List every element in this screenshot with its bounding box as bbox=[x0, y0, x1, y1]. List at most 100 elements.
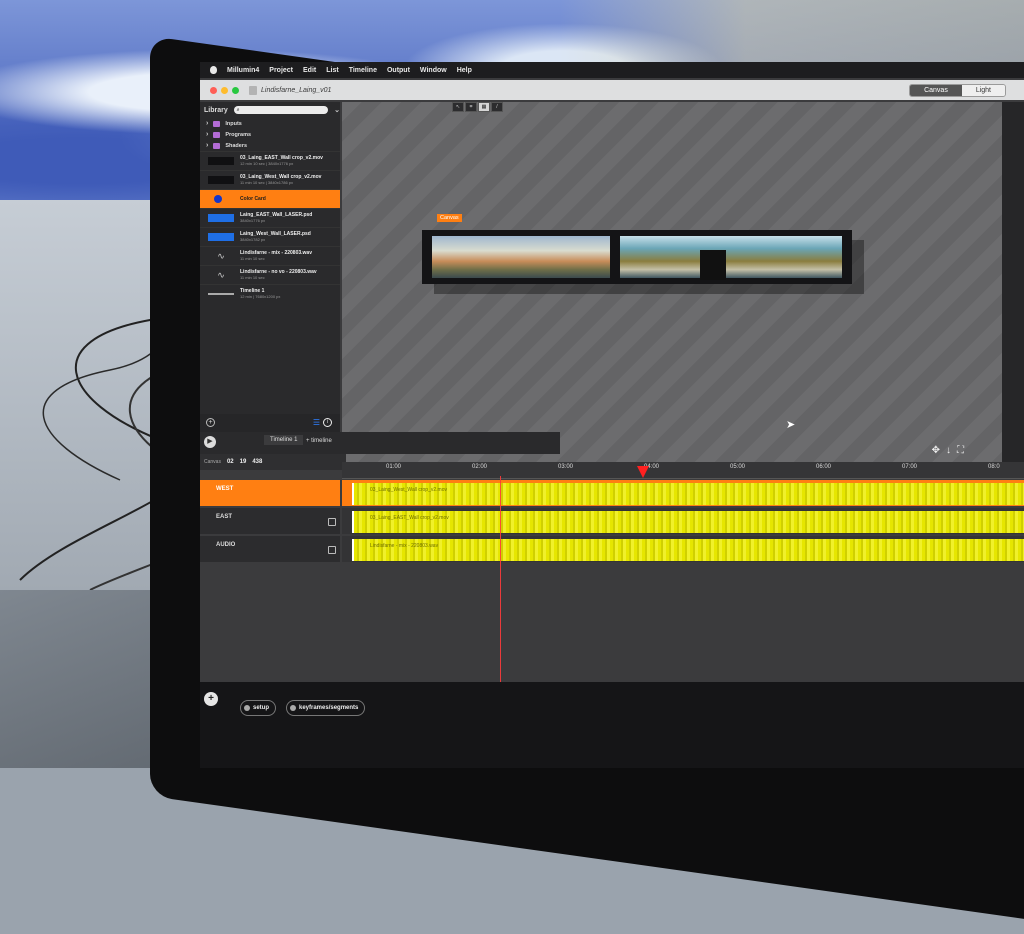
media-meta: 3840x1776 px bbox=[240, 218, 266, 223]
counter-value: 438 bbox=[252, 459, 263, 465]
lock-icon[interactable] bbox=[328, 546, 336, 554]
chevron-down-icon[interactable]: ⌄ bbox=[334, 106, 340, 114]
menu-list[interactable]: List bbox=[326, 67, 338, 74]
media-meta: 12 min | 7680x1200 px bbox=[240, 294, 281, 299]
media-name: Color Card bbox=[240, 196, 266, 202]
minimize-window-button[interactable] bbox=[221, 86, 228, 94]
media-item-selected[interactable]: Color Card bbox=[200, 189, 340, 208]
lock-icon[interactable] bbox=[328, 518, 336, 526]
menu-timeline[interactable]: Timeline bbox=[349, 67, 377, 74]
canvas-output[interactable] bbox=[422, 230, 852, 284]
media-item[interactable]: ∿ Lindisfarne - mix - 220803.wav 11 min 1… bbox=[200, 246, 340, 265]
library-title: Library bbox=[204, 106, 228, 114]
add-media-button[interactable]: + bbox=[206, 418, 215, 427]
media-item[interactable]: Timeline 1 12 min | 7680x1200 px bbox=[200, 284, 340, 303]
disclosure-icon[interactable]: › bbox=[206, 131, 208, 138]
disclosure-icon[interactable]: › bbox=[206, 120, 208, 127]
media-meta: 3840x1782 px bbox=[240, 237, 266, 242]
video-thumbnail bbox=[208, 157, 234, 165]
view-mode-light[interactable]: Light bbox=[961, 85, 1005, 96]
info-icon[interactable]: i bbox=[323, 418, 332, 427]
track-label-west[interactable]: WEST bbox=[200, 480, 340, 506]
ruler-tick: 07:00 bbox=[902, 464, 918, 470]
timeline-clip[interactable]: 03_Laing_West_Wall crop_v2.mov bbox=[352, 483, 1024, 505]
media-item[interactable]: ∿ Lindisfarne - no vo - 220803.wav 11 min… bbox=[200, 265, 340, 284]
media-item[interactable]: 03_Laing_West_Wall crop_v2.mov 11 min 10 … bbox=[200, 170, 340, 189]
timeline-thumbnail bbox=[208, 293, 234, 295]
canvas-area[interactable]: ↖ ⌗ ▦ / Canvas ➤ ✥ ↓ ⛶ bbox=[342, 102, 1024, 462]
audio-waveform-icon: ∿ bbox=[217, 270, 225, 280]
keyframes-segments-button[interactable]: keyframes/segments bbox=[286, 700, 366, 716]
timeline-clip[interactable]: 03_Laing_EAST_Wall crop_v2.mov bbox=[352, 511, 1024, 533]
add-timeline-button[interactable]: + timeline bbox=[306, 438, 332, 444]
folder-shaders[interactable]: › Shaders bbox=[200, 140, 340, 151]
east-wall-preview[interactable] bbox=[620, 236, 842, 280]
folder-programs[interactable]: › Programs bbox=[200, 129, 340, 140]
ruler-tick: 06:00 bbox=[816, 464, 832, 470]
timeline-counters: Canvas 02 19 438 bbox=[200, 454, 346, 470]
search-icon: ⌕ bbox=[236, 107, 240, 113]
track-west[interactable]: 03_Laing_West_Wall crop_v2.mov bbox=[342, 480, 1024, 506]
clip-name: 03_Laing_EAST_Wall crop_v2.mov bbox=[370, 515, 449, 521]
move-icon[interactable]: ✥ bbox=[932, 445, 940, 456]
folder-label: Inputs bbox=[225, 120, 242, 127]
close-window-button[interactable] bbox=[210, 86, 217, 94]
list-view-icon[interactable]: ☰ bbox=[313, 418, 320, 427]
library-search-input[interactable]: ⌕ bbox=[233, 106, 329, 114]
audio-waveform-icon: ∿ bbox=[217, 251, 225, 261]
document-title: Lindisfarne_Laing_v01 bbox=[261, 86, 332, 94]
track-label-east[interactable]: EAST bbox=[200, 508, 340, 534]
window-controls bbox=[210, 86, 239, 94]
mouse-cursor-icon: ➤ bbox=[786, 419, 796, 431]
library-panel: Library ⌕ ⌄ › Inputs › Programs › Shader… bbox=[200, 102, 340, 432]
folder-label: Programs bbox=[225, 131, 252, 138]
fullscreen-icon[interactable]: ⛶ bbox=[957, 445, 964, 456]
pointer-tool-icon[interactable]: ↖ bbox=[452, 102, 464, 112]
media-meta: 11 min 10 sec bbox=[240, 256, 265, 261]
timeline-ruler[interactable]: 01:00 02:00 03:00 04:00 05:00 06:00 07:0… bbox=[342, 462, 1024, 479]
ruler-tick: 02:00 bbox=[472, 464, 488, 470]
timeline-clip[interactable]: Lindisfarne - mix - 220803.wav bbox=[352, 539, 1024, 561]
disclosure-icon[interactable]: › bbox=[206, 142, 208, 149]
library-header: Library ⌕ ⌄ bbox=[200, 102, 340, 118]
track-east[interactable]: 03_Laing_EAST_Wall crop_v2.mov bbox=[342, 508, 1024, 534]
track-label-audio[interactable]: AUDIO bbox=[200, 536, 340, 562]
media-item[interactable]: Laing_West_Wall_LASER.psd 3840x1782 px bbox=[200, 227, 340, 246]
view-mode-switch: Canvas Light bbox=[909, 84, 1006, 97]
setup-button[interactable]: setup bbox=[240, 700, 277, 716]
menu-project[interactable]: Project bbox=[269, 67, 293, 74]
apple-icon[interactable] bbox=[210, 66, 217, 74]
view-mode-canvas[interactable]: Canvas bbox=[910, 85, 962, 96]
play-button[interactable]: ▶ bbox=[204, 436, 216, 448]
bottom-toolbar: + setup keyframes/segments bbox=[200, 682, 1024, 768]
west-wall-preview[interactable] bbox=[432, 236, 610, 278]
menu-window[interactable]: Window bbox=[420, 67, 447, 74]
video-thumbnail bbox=[208, 176, 234, 184]
clip-name: 03_Laing_West_Wall crop_v2.mov bbox=[370, 487, 447, 493]
media-meta: 11 min 10 sec | 3840x1786 px bbox=[240, 180, 293, 185]
timeline-tabs: ▶ Timeline 1 + timeline bbox=[200, 432, 560, 454]
folder-label: Shaders bbox=[225, 142, 248, 149]
tab-timeline-1[interactable]: Timeline 1 bbox=[264, 435, 304, 445]
media-item[interactable]: 03_Laing_EAST_Wall crop_v2.mov 12 min 10 … bbox=[200, 151, 340, 170]
menu-app[interactable]: Millumin4 bbox=[227, 67, 259, 74]
pen-tool-icon[interactable]: / bbox=[491, 102, 503, 112]
media-item[interactable]: Laing_EAST_Wall_LASER.psd 3840x1776 px bbox=[200, 208, 340, 227]
playhead-handle[interactable] bbox=[637, 466, 649, 478]
menu-help[interactable]: Help bbox=[457, 67, 472, 74]
add-button[interactable]: + bbox=[204, 692, 218, 706]
counter-value: 19 bbox=[239, 459, 247, 465]
grid-tool-icon[interactable]: ▦ bbox=[478, 102, 490, 112]
menu-edit[interactable]: Edit bbox=[303, 67, 316, 74]
media-meta: 11 min 10 sec bbox=[240, 275, 265, 280]
zoom-window-button[interactable] bbox=[232, 86, 239, 94]
track-audio[interactable]: Lindisfarne - mix - 220803.wav bbox=[342, 536, 1024, 562]
folder-icon bbox=[213, 142, 221, 149]
menu-output[interactable]: Output bbox=[387, 67, 410, 74]
crop-tool-icon[interactable]: ⌗ bbox=[465, 102, 477, 112]
canvas-tag: Canvas bbox=[437, 214, 462, 222]
canvas-label: Canvas bbox=[204, 459, 221, 465]
folder-icon bbox=[213, 131, 221, 138]
download-icon[interactable]: ↓ bbox=[946, 445, 951, 456]
folder-inputs[interactable]: › Inputs bbox=[200, 118, 340, 129]
